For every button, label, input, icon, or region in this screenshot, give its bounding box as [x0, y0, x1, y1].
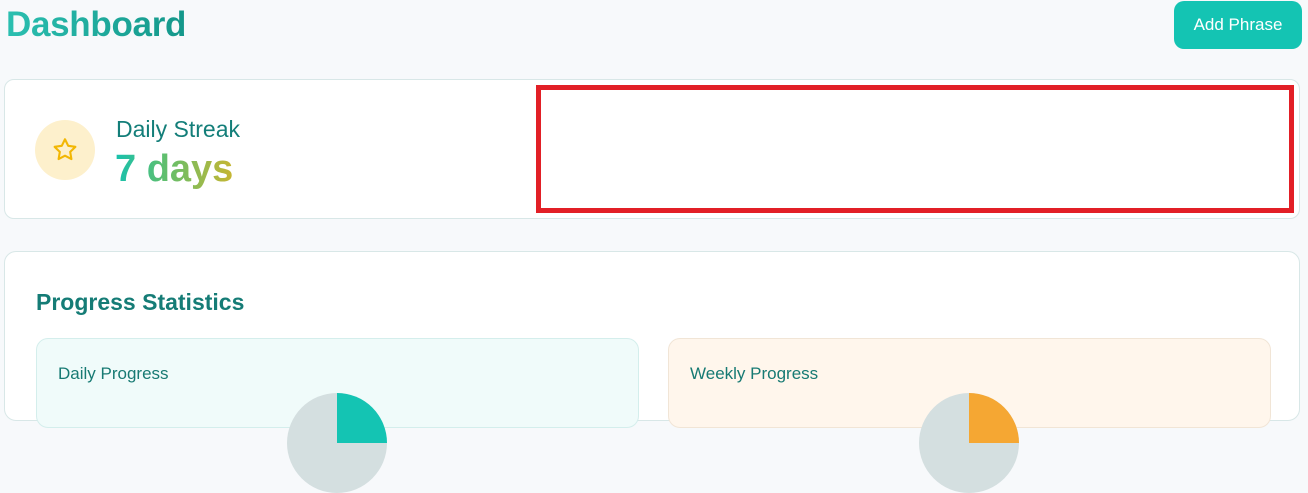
streak-value: 7 days	[115, 148, 234, 190]
daily-progress-title: Daily Progress	[58, 364, 169, 383]
daily-progress-pie	[287, 393, 387, 493]
weekly-progress-panel: Weekly Progress	[668, 338, 1271, 493]
daily-streak-card: Daily Streak 7 days	[4, 79, 1300, 219]
progress-statistics-card: Progress Statistics Daily Progress Weekl…	[4, 251, 1300, 493]
star-badge	[35, 120, 95, 180]
highlight-box	[536, 85, 1294, 213]
streak-label: Daily Streak	[116, 116, 240, 142]
page-title: Dashboard	[6, 5, 187, 44]
weekly-progress-pie	[919, 393, 1019, 493]
add-phrase-button[interactable]: Add Phrase	[1174, 1, 1302, 49]
weekly-progress-title: Weekly Progress	[690, 364, 819, 383]
daily-progress-panel: Daily Progress	[36, 338, 639, 493]
section-title: Progress Statistics	[36, 289, 245, 315]
star-icon	[53, 138, 77, 161]
